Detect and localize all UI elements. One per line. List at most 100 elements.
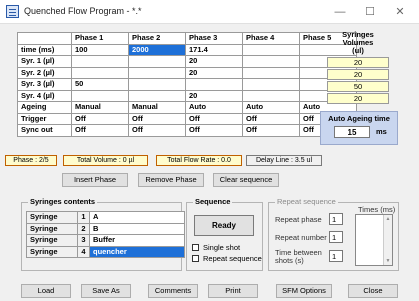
syringe-label: Syringe xyxy=(26,245,78,258)
time-between-shots-input[interactable]: 1 xyxy=(329,250,343,262)
repeat-phase-input[interactable]: 1 xyxy=(329,213,343,225)
scroll-down-icon[interactable]: ▼ xyxy=(384,258,392,264)
cell-trigger-phase-1[interactable]: Off xyxy=(71,112,129,125)
row-label-syr2: Syr. 2 (µl) xyxy=(17,66,72,79)
table-row: Syr. 2 (µl) 20 xyxy=(17,66,357,79)
save-as-button[interactable]: Save As xyxy=(81,284,131,298)
row-label-time: time (ms) xyxy=(17,43,72,56)
comments-button[interactable]: Comments xyxy=(148,284,198,298)
repeat-number-input[interactable]: 1 xyxy=(329,231,343,243)
cell-sync-phase-4[interactable]: Off xyxy=(242,124,300,137)
cell-syr2-phase-1[interactable] xyxy=(71,66,129,79)
list-item: Syringe 2 B xyxy=(26,222,185,235)
cell-ageing-phase-3[interactable]: Auto xyxy=(185,101,243,114)
cell-ageing-phase-4[interactable]: Auto xyxy=(242,101,300,114)
syringe-label: Syringe xyxy=(26,211,78,224)
total-flow-status: Total Flow Rate : 0.0 xyxy=(156,155,242,166)
syringe-2-volume: 20 xyxy=(327,69,389,80)
time-between-shots-line-2: shots (s) xyxy=(275,256,304,265)
table-row: Syr. 3 (µl) 50 xyxy=(17,78,357,91)
cell-trigger-phase-4[interactable]: Off xyxy=(242,112,300,125)
phase-table-header: Phase 1 Phase 2 Phase 3 Phase 4 Phase 5 xyxy=(17,32,357,45)
cell-syr2-phase-3[interactable]: 20 xyxy=(185,66,243,79)
syringe-volumes-title-line-3: (ul) xyxy=(352,46,364,55)
sequence-title: Sequence xyxy=(193,197,233,206)
close-button[interactable]: Close xyxy=(348,284,398,298)
load-button[interactable]: Load xyxy=(21,284,71,298)
cell-syr1-phase-3[interactable]: 20 xyxy=(185,55,243,68)
cell-syr1-phase-4[interactable] xyxy=(242,55,300,68)
insert-phase-button[interactable]: Insert Phase xyxy=(62,173,128,187)
close-window-button[interactable]: ✕ xyxy=(386,4,414,20)
clear-sequence-button[interactable]: Clear sequence xyxy=(213,173,279,187)
cell-time-phase-4[interactable] xyxy=(242,43,300,56)
cell-syr2-phase-2[interactable] xyxy=(128,66,186,79)
scroll-up-icon[interactable]: ▲ xyxy=(384,216,392,222)
table-row: Syr. 1 (µl) 20 xyxy=(17,55,357,68)
window-title: Quenched Flow Program - *.* xyxy=(24,6,142,16)
syringe-2-content[interactable]: B xyxy=(89,222,185,235)
title-bar: Quenched Flow Program - *.* — ☐ ✕ xyxy=(0,0,419,24)
row-label-syr1: Syr. 1 (µl) xyxy=(17,55,72,68)
time-between-shots-label: Time between shots (s) xyxy=(275,249,322,265)
repeat-sequence-checkbox[interactable] xyxy=(192,255,199,262)
cell-syr3-phase-4[interactable] xyxy=(242,78,300,91)
cell-syr2-phase-4[interactable] xyxy=(242,66,300,79)
cell-ageing-phase-2[interactable]: Manual xyxy=(128,101,186,114)
table-row: Ageing Manual Manual Auto Auto Auto xyxy=(17,101,357,114)
syringe-3-content[interactable]: Buffer xyxy=(89,234,185,247)
auto-ageing-input[interactable]: 15 xyxy=(334,126,370,138)
cell-syr4-phase-4[interactable] xyxy=(242,89,300,102)
row-label-syr4: Syr. 4 (µl) xyxy=(17,89,72,102)
cell-syr4-phase-3[interactable]: 20 xyxy=(185,89,243,102)
syringe-1-content[interactable]: A xyxy=(89,211,185,224)
cell-sync-phase-2[interactable]: Off xyxy=(128,124,186,137)
syringes-contents-table: Syringe 1 A Syringe 2 B Syringe 3 Buffer… xyxy=(26,211,185,258)
header-phase-1: Phase 1 xyxy=(71,32,129,45)
syringe-4-volume: 20 xyxy=(327,93,389,104)
cell-syr1-phase-1[interactable] xyxy=(71,55,129,68)
cell-time-phase-1[interactable]: 100 xyxy=(71,43,129,56)
repeat-number-label: Repeat number xyxy=(275,233,327,242)
syringe-1-volume: 20 xyxy=(327,57,389,68)
cell-trigger-phase-3[interactable]: Off xyxy=(185,112,243,125)
list-item: Syringe 4 quencher xyxy=(26,245,185,258)
cell-time-phase-2[interactable]: 2000 xyxy=(128,43,186,56)
syringe-number: 2 xyxy=(77,222,90,235)
minimize-button[interactable]: — xyxy=(326,4,354,20)
sfm-options-button[interactable]: SFM Options xyxy=(276,284,332,298)
repeat-phase-label: Repeat phase xyxy=(275,215,322,224)
syringes-contents-title: Syringes contents xyxy=(28,197,98,206)
header-phase-4: Phase 4 xyxy=(242,32,300,45)
table-row: time (ms) 100 2000 171.4 xyxy=(17,43,357,56)
syringe-number: 1 xyxy=(77,211,90,224)
cell-syr3-phase-1[interactable]: 50 xyxy=(71,78,129,91)
syringe-label: Syringe xyxy=(26,222,78,235)
header-phase-3: Phase 3 xyxy=(185,32,243,45)
cell-sync-phase-1[interactable]: Off xyxy=(71,124,129,137)
remove-phase-button[interactable]: Remove Phase xyxy=(138,173,204,187)
maximize-button[interactable]: ☐ xyxy=(356,4,384,20)
row-label-sync-out: Sync out xyxy=(17,124,72,137)
header-phase-2: Phase 2 xyxy=(128,32,186,45)
ready-button[interactable]: Ready xyxy=(194,215,254,236)
table-row: Trigger Off Off Off Off Off xyxy=(17,112,357,125)
times-list[interactable]: ▲ ▼ xyxy=(355,214,393,266)
row-label-syr3: Syr. 3 (µl) xyxy=(17,78,72,91)
syringe-4-content[interactable]: quencher xyxy=(89,245,185,258)
print-button[interactable]: Print xyxy=(208,284,258,298)
cell-ageing-phase-1[interactable]: Manual xyxy=(71,101,129,114)
auto-ageing-panel: Auto Ageing time 15 ms xyxy=(320,111,398,145)
single-shot-checkbox[interactable] xyxy=(192,244,199,251)
syringe-label: Syringe xyxy=(26,234,78,247)
repeat-sequence-title: Repeat sequence xyxy=(275,197,338,206)
cell-syr4-phase-1[interactable] xyxy=(71,89,129,102)
cell-syr4-phase-2[interactable] xyxy=(128,89,186,102)
cell-syr1-phase-2[interactable] xyxy=(128,55,186,68)
cell-time-phase-3[interactable]: 171.4 xyxy=(185,43,243,56)
cell-sync-phase-3[interactable]: Off xyxy=(185,124,243,137)
cell-syr3-phase-2[interactable] xyxy=(128,78,186,91)
times-scrollbar[interactable]: ▲ ▼ xyxy=(383,215,392,265)
cell-syr3-phase-3[interactable] xyxy=(185,78,243,91)
cell-trigger-phase-2[interactable]: Off xyxy=(128,112,186,125)
